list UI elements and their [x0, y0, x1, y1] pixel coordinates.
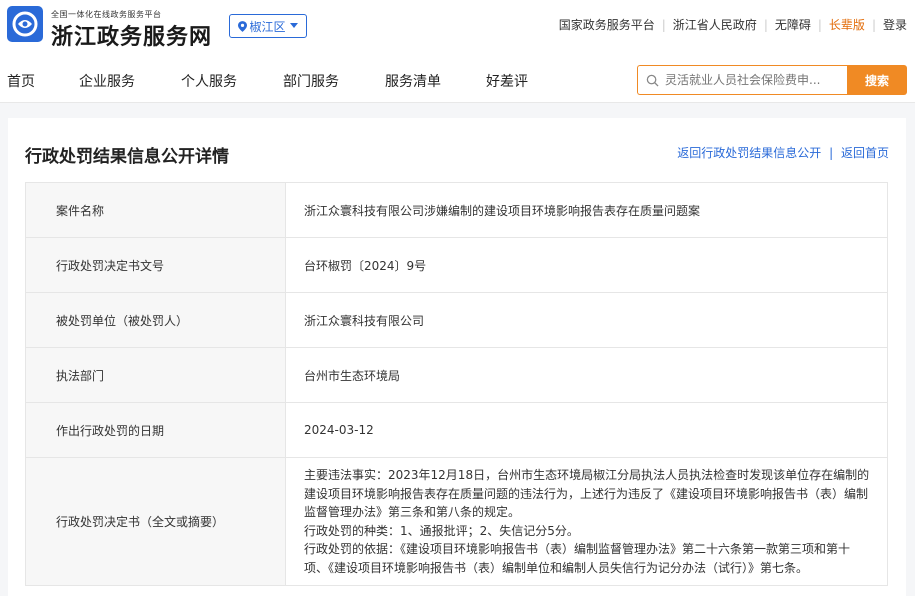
table-row: 行政处罚决定书（全文或摘要） 主要违法事实：2023年12月18日，台州市生态环… [25, 457, 888, 586]
link-national-platform[interactable]: 国家政务服务平台 [559, 16, 655, 33]
link-elder-mode[interactable]: 长辈版 [829, 16, 865, 33]
divider: | [871, 17, 876, 32]
table-row: 执法部门 台州市生态环境局 [25, 347, 888, 403]
decision-line: 行政处罚的种类：1、通报批评；2、失信记分5分。 [304, 523, 579, 538]
row-label: 行政处罚决定书文号 [25, 237, 286, 293]
top-links: 国家政务服务平台 | 浙江省人民政府 | 无障碍 | 长辈版 | 登录 [559, 16, 907, 33]
location-pin-icon [238, 20, 248, 32]
table-row: 行政处罚决定书文号 台环椒罚〔2024〕9号 [25, 237, 888, 293]
divider: | [661, 17, 666, 32]
search-icon [646, 74, 659, 87]
row-label: 案件名称 [25, 182, 286, 238]
decision-line: 行政处罚的依据：《建设项目环境影响报告书（表）编制监督管理办法》第二十六条第一款… [304, 542, 851, 556]
nav-review[interactable]: 好差评 [486, 71, 528, 91]
nav-service-list[interactable]: 服务清单 [385, 71, 441, 91]
back-to-list-link[interactable]: 返回行政处罚结果信息公开 [677, 146, 821, 160]
decision-line: 主要违法事实：2023年12月18日，台州市生态环境局椒江分局执法人员执法检查时… [304, 468, 870, 482]
search-input[interactable] [665, 73, 845, 87]
row-value: 台环椒罚〔2024〕9号 [285, 237, 888, 293]
nav-personal-services[interactable]: 个人服务 [181, 71, 237, 91]
row-value: 2024-03-12 [285, 402, 888, 458]
row-value: 浙江众寰科技有限公司涉嫌编制的建设项目环境影响报告表存在质量问题案 [285, 182, 888, 238]
row-label: 执法部门 [25, 347, 286, 403]
search-bar: 搜索 [637, 65, 907, 95]
row-label: 行政处罚决定书（全文或摘要） [25, 457, 286, 586]
detail-table: 案件名称 浙江众寰科技有限公司涉嫌编制的建设项目环境影响报告表存在质量问题案 行… [25, 182, 888, 586]
divider: | [829, 146, 834, 160]
region-selector[interactable]: 椒江区 [229, 14, 307, 38]
table-row: 被处罚单位（被处罚人） 浙江众寰科技有限公司 [25, 292, 888, 348]
caret-down-icon [289, 23, 298, 28]
page-title: 行政处罚结果信息公开详情 [25, 147, 229, 167]
zhejiang-logo-icon[interactable] [7, 6, 43, 42]
nav-department-services[interactable]: 部门服务 [283, 71, 339, 91]
search-box [637, 65, 847, 95]
divider: | [817, 17, 822, 32]
link-accessibility[interactable]: 无障碍 [775, 16, 811, 33]
top-header: 全国一体化在线政务服务平台 浙江政务服务网 椒江区 国家政务服务平台 | 浙江省… [0, 0, 915, 56]
link-provincial-government[interactable]: 浙江省人民政府 [673, 16, 757, 33]
table-row: 案件名称 浙江众寰科技有限公司涉嫌编制的建设项目环境影响报告表存在质量问题案 [25, 182, 888, 238]
logo-title[interactable]: 浙江政务服务网 [51, 19, 212, 51]
main-nav: 首页 企业服务 个人服务 部门服务 服务清单 好差评 搜索 [0, 56, 915, 103]
decision-line: 项、《建设项目环境影响报告书（表）编制单位和编制人员失信行为记分办法（试行）》第… [304, 560, 809, 575]
back-to-home-link[interactable]: 返回首页 [841, 146, 889, 160]
nav-enterprise-services[interactable]: 企业服务 [79, 71, 135, 91]
detail-card: 行政处罚结果信息公开详情 返回行政处罚结果信息公开 | 返回首页 案件名称 浙江… [8, 118, 906, 596]
search-button[interactable]: 搜索 [847, 65, 907, 95]
row-label: 作出行政处罚的日期 [25, 402, 286, 458]
nav-home[interactable]: 首页 [7, 71, 35, 91]
row-value: 台州市生态环境局 [285, 347, 888, 403]
back-links: 返回行政处罚结果信息公开 | 返回首页 [677, 144, 889, 161]
row-label: 被处罚单位（被处罚人） [25, 292, 286, 348]
decision-line: 建设项目环境影响报告表存在质量问题的违法行为，上述行为违反了《建设项目环境影响报… [304, 486, 869, 501]
row-value: 浙江众寰科技有限公司 [285, 292, 888, 348]
table-row: 作出行政处罚的日期 2024-03-12 [25, 402, 888, 458]
divider: | [763, 17, 768, 32]
region-label: 椒江区 [249, 19, 286, 34]
decision-line: 监督管理办法》第三条和第八条的规定。 [304, 505, 521, 519]
link-login[interactable]: 登录 [883, 16, 907, 33]
decision-text: 主要违法事实：2023年12月18日，台州市生态环境局椒江分局执法人员执法检查时… [285, 457, 888, 586]
